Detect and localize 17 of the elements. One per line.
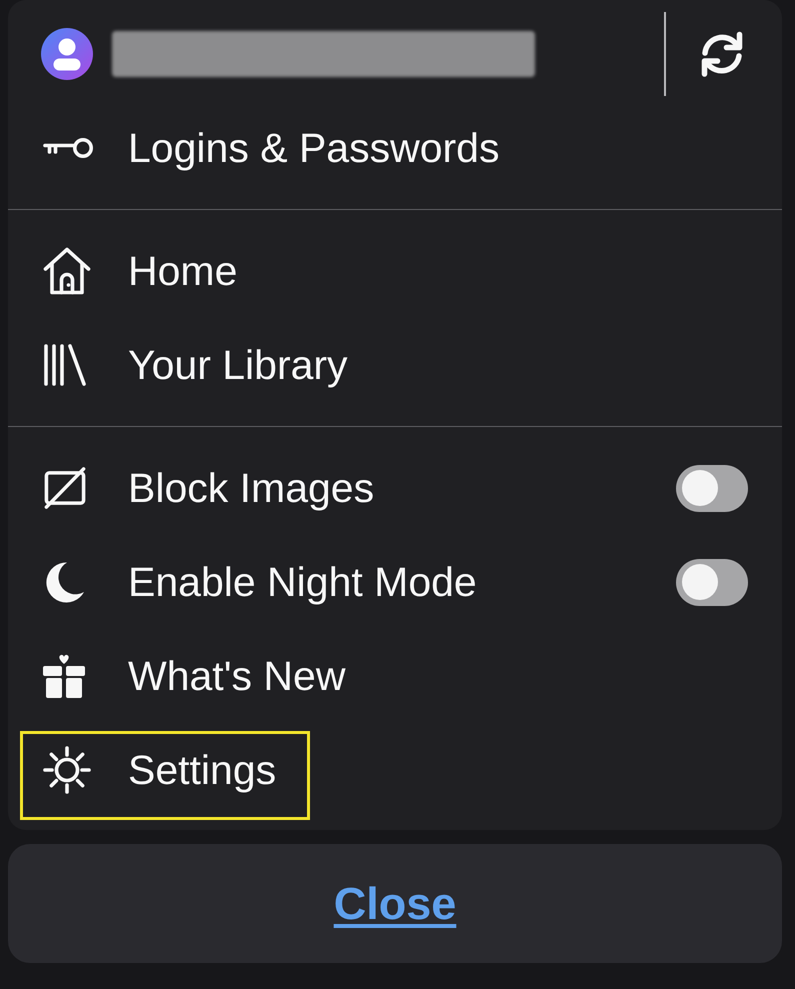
toggle-switch[interactable] [676, 464, 748, 512]
avatar-icon [41, 28, 93, 80]
menu-item[interactable]: Your Library [8, 318, 782, 412]
menu-item[interactable]: Block Images [8, 441, 782, 535]
menu-item[interactable]: Settings [8, 723, 782, 817]
crossed-square-icon [43, 466, 87, 510]
menu-item[interactable]: What's New [8, 629, 782, 723]
menu-item[interactable]: Enable Night Mode [8, 535, 782, 629]
settings-icon [43, 746, 91, 794]
toggle-switch[interactable] [676, 558, 748, 606]
library-icon [43, 343, 87, 387]
key-icon [43, 137, 93, 159]
menu-item[interactable]: Logins & Passwords [8, 101, 782, 195]
close-button[interactable]: Close [8, 844, 782, 963]
menu-item[interactable]: Home [8, 224, 782, 318]
house-icon [43, 246, 91, 296]
gift-icon [43, 653, 85, 699]
